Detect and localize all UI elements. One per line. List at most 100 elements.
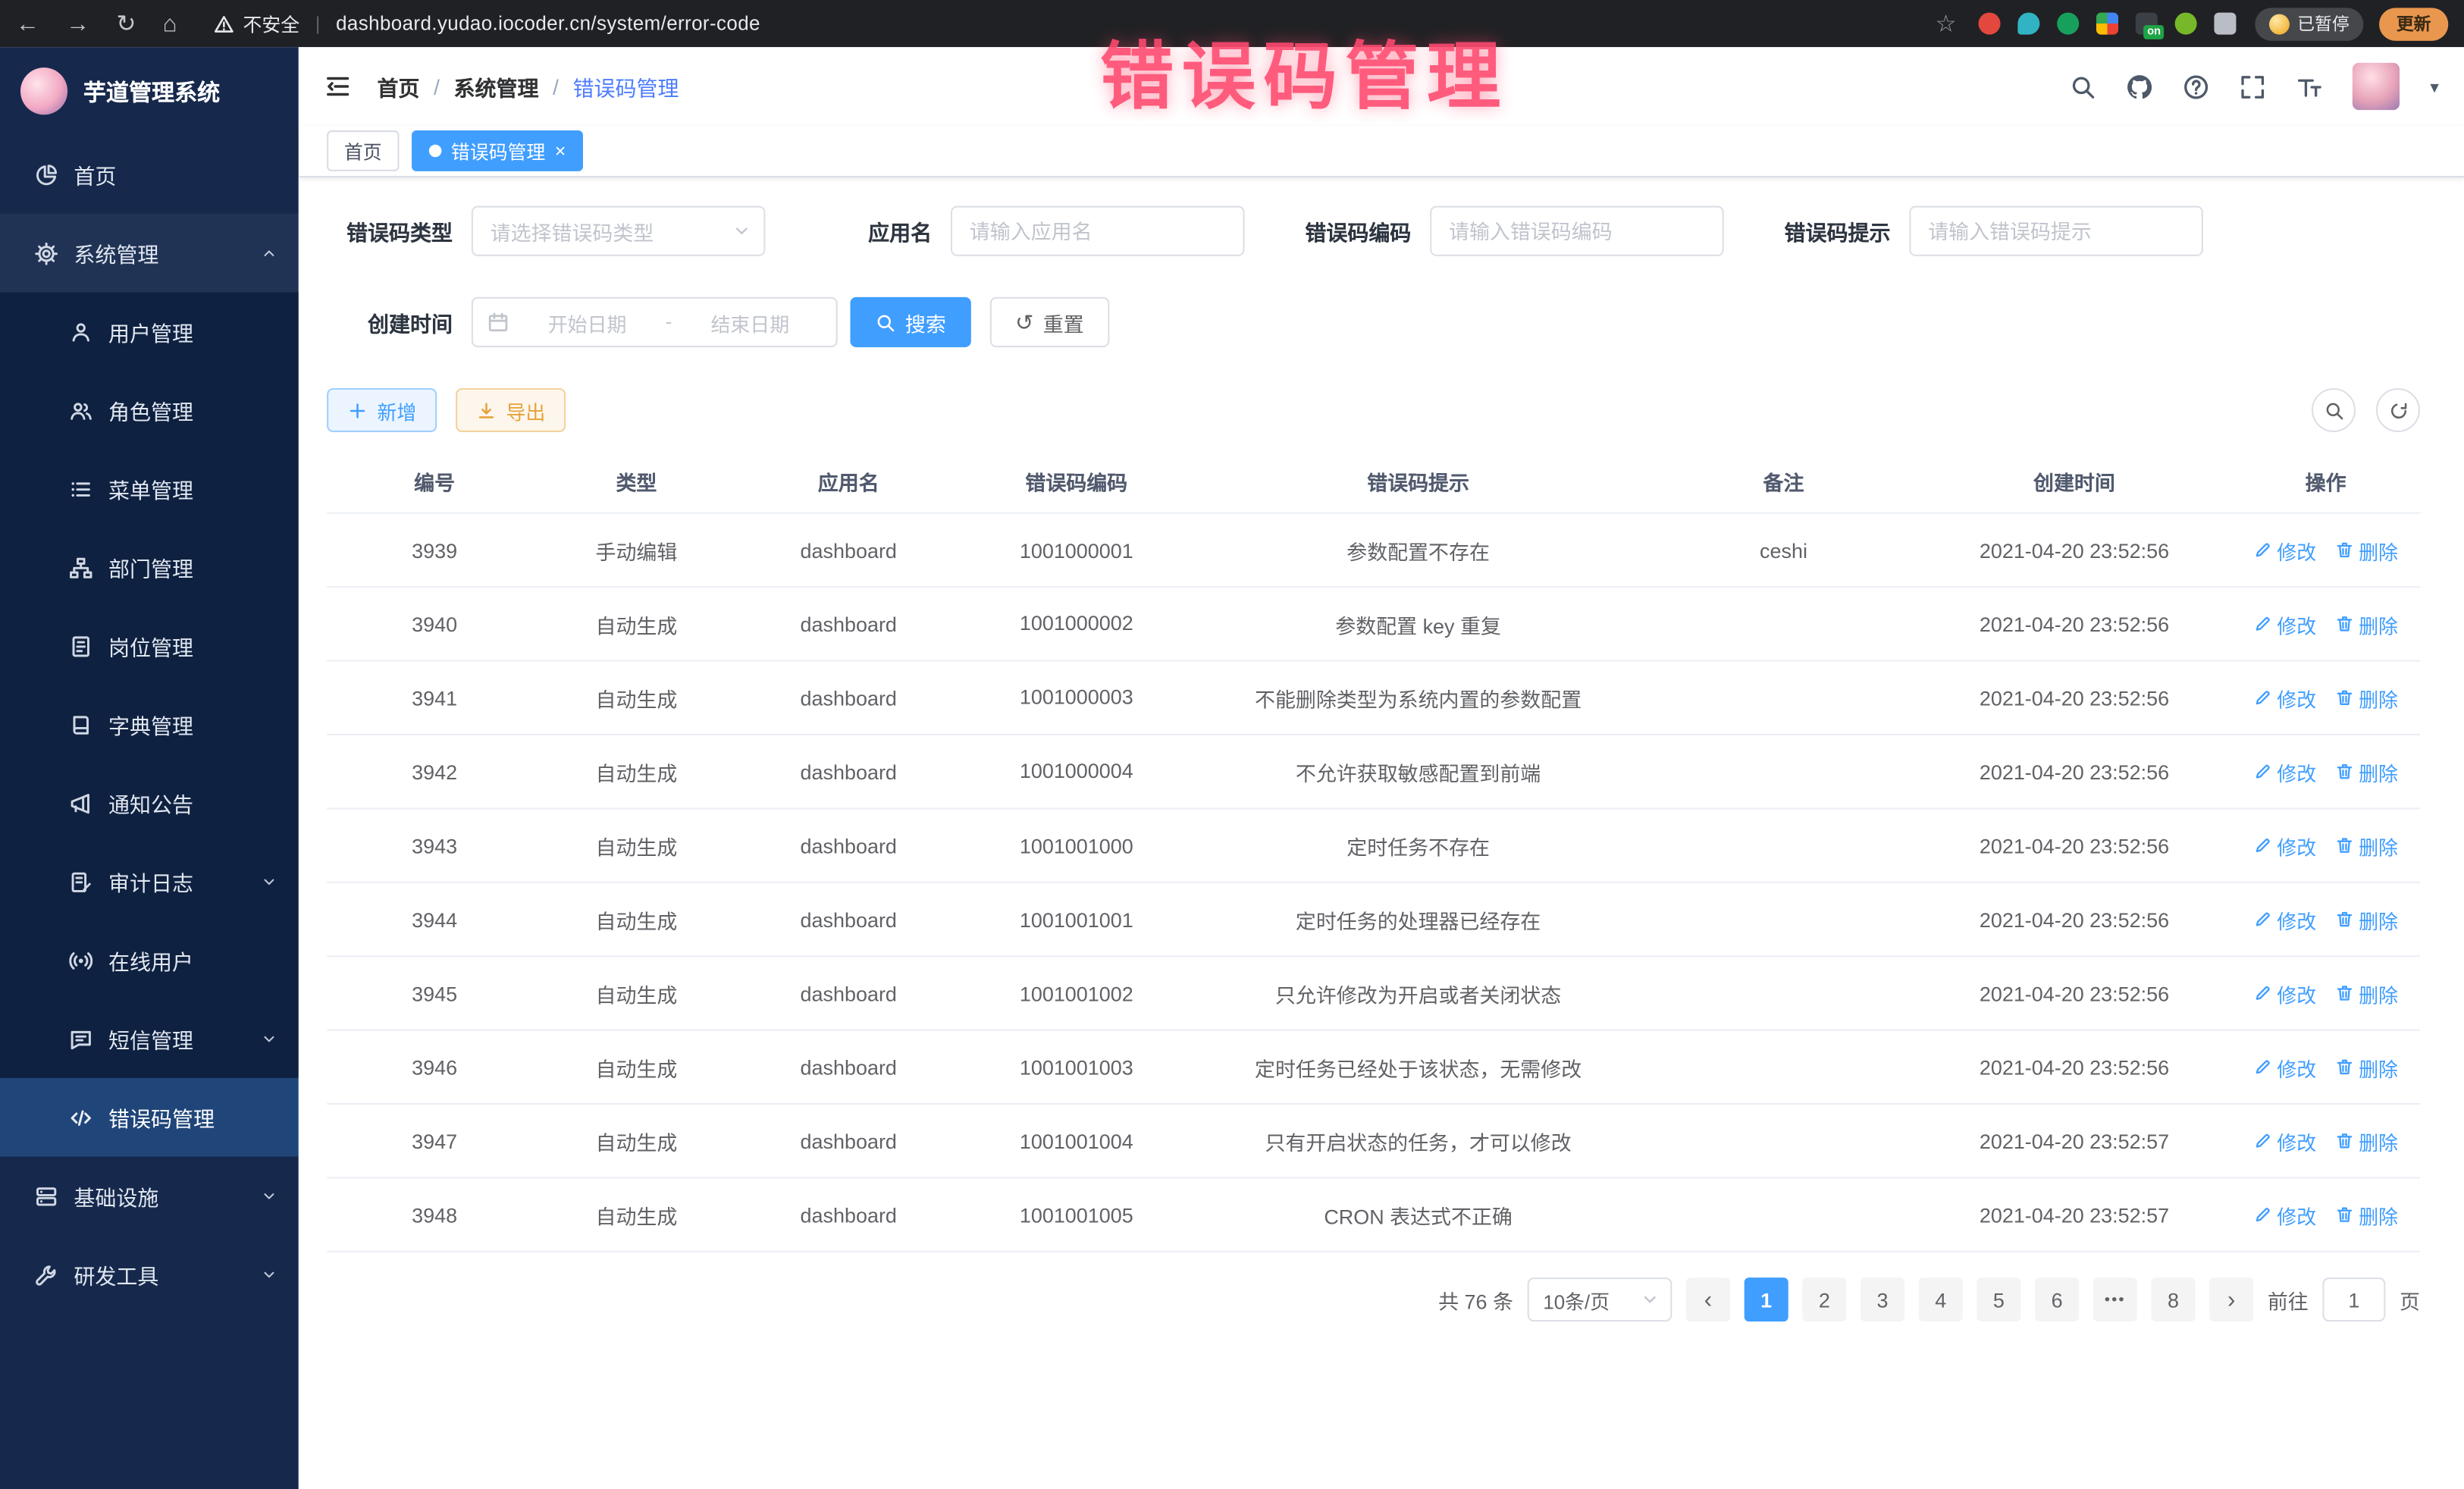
- column-header: 错误码编码: [967, 467, 1187, 497]
- date-range-picker[interactable]: 开始日期 - 结束日期: [472, 297, 838, 347]
- profile-chip[interactable]: 已暂停: [2255, 7, 2363, 40]
- page-button-4[interactable]: 4: [1919, 1277, 1963, 1321]
- page-button-2[interactable]: 2: [1802, 1277, 1846, 1321]
- sidebar-item-system[interactable]: 系统管理: [0, 214, 299, 293]
- update-button[interactable]: 更新: [2379, 7, 2448, 40]
- next-page-button[interactable]: ›: [2209, 1277, 2253, 1321]
- table-row: 3944自动生成dashboard1001001001定时任务的处理器已经存在2…: [327, 883, 2420, 957]
- page-button-5[interactable]: 5: [1977, 1277, 2020, 1321]
- delete-link[interactable]: 删除: [2335, 978, 2398, 1008]
- sidebar-item-audit-log[interactable]: 审计日志: [0, 842, 299, 921]
- sidebar-item-dept[interactable]: 部门管理: [0, 528, 299, 607]
- color-grid-extension-icon[interactable]: [2096, 13, 2118, 35]
- page-button-6[interactable]: 6: [2035, 1277, 2079, 1321]
- download-icon: [476, 400, 497, 421]
- gear-icon: [35, 241, 58, 265]
- fullscreen-icon[interactable]: [2240, 73, 2267, 99]
- edit-link[interactable]: 修改: [2253, 757, 2316, 786]
- sidebar-item-notice[interactable]: 通知公告: [0, 763, 299, 842]
- delete-link[interactable]: 删除: [2335, 830, 2398, 860]
- app-logo[interactable]: 芋道管理系统: [0, 47, 299, 135]
- reset-button[interactable]: ↺ 重置: [990, 297, 1109, 347]
- back-icon[interactable]: ←: [16, 10, 39, 36]
- delete-link[interactable]: 删除: [2335, 757, 2398, 786]
- teal-drop-extension-icon[interactable]: [2017, 13, 2039, 35]
- green-check-extension-icon[interactable]: [2057, 13, 2079, 35]
- puzzle-extension-icon[interactable]: [2214, 13, 2236, 35]
- sidebar-item-user[interactable]: 用户管理: [0, 293, 299, 371]
- column-header: 类型: [542, 467, 731, 497]
- sidebar-item-menu[interactable]: 菜单管理: [0, 450, 299, 528]
- sidebar-item-label: 角色管理: [108, 394, 277, 425]
- page-button-1[interactable]: 1: [1745, 1277, 1788, 1321]
- error-hint-input[interactable]: [1909, 206, 2203, 256]
- security-chip[interactable]: 不安全: [213, 10, 299, 36]
- help-icon[interactable]: [2183, 73, 2210, 99]
- edit-link[interactable]: 修改: [2253, 609, 2316, 638]
- font-size-icon[interactable]: [2296, 73, 2323, 99]
- show-search-button[interactable]: [2312, 388, 2356, 432]
- page-button-3[interactable]: 3: [1861, 1277, 1904, 1321]
- sidebar-item-dict[interactable]: 字典管理: [0, 685, 299, 764]
- edit-link[interactable]: 修改: [2253, 1126, 2316, 1155]
- sidebar-item-post[interactable]: 岗位管理: [0, 607, 299, 685]
- delete-link[interactable]: 删除: [2335, 609, 2398, 638]
- delete-label: 删除: [2359, 1126, 2398, 1155]
- close-icon[interactable]: ×: [555, 142, 566, 161]
- user-avatar[interactable]: [2353, 63, 2400, 110]
- breadcrumb-item[interactable]: 系统管理: [454, 71, 539, 102]
- error-type-select[interactable]: 请选择错误码类型: [472, 206, 766, 256]
- prev-page-button[interactable]: ‹: [1686, 1277, 1730, 1321]
- delete-link[interactable]: 删除: [2335, 535, 2398, 565]
- delete-link[interactable]: 删除: [2335, 1052, 2398, 1082]
- refresh-button[interactable]: [2376, 388, 2420, 432]
- sidebar-item-devtool[interactable]: 研发工具: [0, 1235, 299, 1314]
- search-icon[interactable]: [2071, 73, 2097, 99]
- sidebar-item-online-user[interactable]: 在线用户: [0, 921, 299, 1000]
- delete-link[interactable]: 删除: [2335, 1200, 2398, 1230]
- home-icon[interactable]: ⌂: [163, 10, 177, 36]
- delete-link[interactable]: 删除: [2335, 904, 2398, 934]
- forward-icon[interactable]: →: [66, 10, 89, 36]
- tab-error-code[interactable]: 错误码管理×: [412, 130, 583, 171]
- edit-link[interactable]: 修改: [2253, 683, 2316, 713]
- github-icon[interactable]: [2127, 73, 2153, 99]
- caret-down-icon[interactable]: ▾: [2430, 77, 2438, 97]
- bookmark-star-icon[interactable]: ☆: [1936, 9, 1957, 37]
- filter-group-create-time: 创建时间 开始日期 - 结束日期: [327, 297, 838, 347]
- search-icon: [2323, 400, 2343, 421]
- dark-switch-extension-icon[interactable]: on: [2136, 13, 2158, 35]
- edit-link[interactable]: 修改: [2253, 830, 2316, 860]
- red-circle-extension-icon[interactable]: [1979, 13, 2001, 35]
- goto-page-input[interactable]: [2322, 1277, 2385, 1321]
- page-size-select[interactable]: 10条/页: [1528, 1277, 1672, 1321]
- add-button[interactable]: 新增: [327, 388, 437, 432]
- error-code-input[interactable]: [1430, 206, 1724, 256]
- sidebar-item-home[interactable]: 首页: [0, 135, 299, 214]
- hamburger-icon[interactable]: [324, 72, 352, 100]
- sidebar-item-infra[interactable]: 基础设施: [0, 1157, 299, 1236]
- edit-link[interactable]: 修改: [2253, 1200, 2316, 1230]
- delete-link[interactable]: 删除: [2335, 683, 2398, 713]
- sidebar-item-sms[interactable]: 短信管理: [0, 999, 299, 1078]
- reload-icon[interactable]: ↻: [116, 9, 136, 37]
- green-leaf-extension-icon[interactable]: [2175, 13, 2197, 35]
- cell-id: 3948: [327, 1203, 542, 1227]
- export-button[interactable]: 导出: [456, 388, 566, 432]
- tab-home[interactable]: 首页: [327, 130, 399, 171]
- edit-link[interactable]: 修改: [2253, 978, 2316, 1008]
- edit-link[interactable]: 修改: [2253, 1052, 2316, 1082]
- edit-link[interactable]: 修改: [2253, 535, 2316, 565]
- search-button[interactable]: 搜索: [850, 297, 971, 347]
- breadcrumb-item[interactable]: 首页: [377, 71, 419, 102]
- breadcrumb-item[interactable]: 错误码管理: [573, 71, 679, 102]
- sidebar-item-error-code[interactable]: 错误码管理: [0, 1078, 299, 1157]
- pages-ellipsis[interactable]: •••: [2093, 1277, 2137, 1321]
- edit-link[interactable]: 修改: [2253, 904, 2316, 934]
- url-text[interactable]: dashboard.yudao.iocoder.cn/system/error-…: [336, 13, 760, 35]
- edit-icon: [2253, 1131, 2272, 1150]
- sidebar-item-role[interactable]: 角色管理: [0, 371, 299, 450]
- page-button-8[interactable]: 8: [2151, 1277, 2195, 1321]
- delete-link[interactable]: 删除: [2335, 1126, 2398, 1155]
- app-name-input[interactable]: [951, 206, 1245, 256]
